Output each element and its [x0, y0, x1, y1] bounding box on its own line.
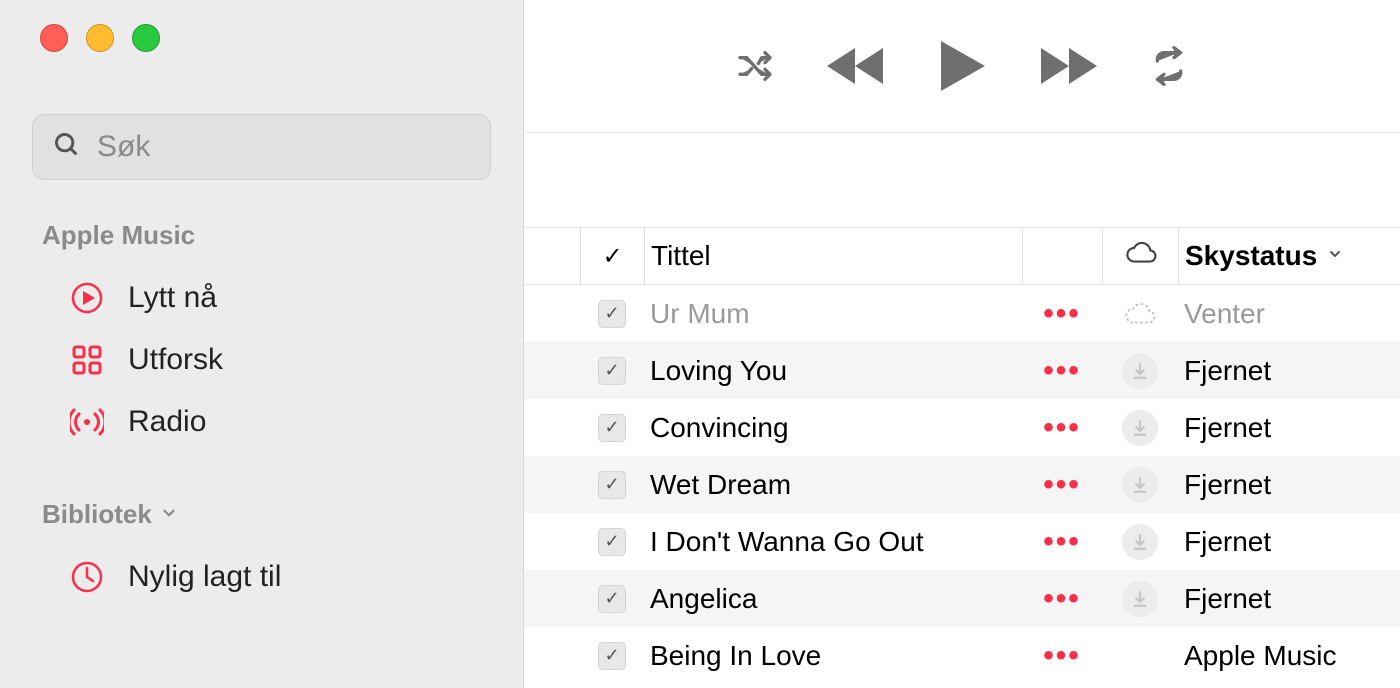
cloud-status-icon: [1102, 524, 1178, 560]
table-row[interactable]: ✓ Wet Dream••• Fjernet: [524, 456, 1400, 513]
more-options-button[interactable]: •••: [1022, 411, 1102, 445]
checkmark-icon: ✓: [602, 242, 622, 271]
row-checkbox[interactable]: ✓: [598, 414, 626, 442]
sky-status: Fjernet: [1178, 526, 1400, 558]
more-options-button[interactable]: •••: [1022, 639, 1102, 673]
zoom-window-button[interactable]: [132, 24, 160, 52]
row-checkbox[interactable]: ✓: [598, 471, 626, 499]
sidebar-item-label: Radio: [128, 405, 206, 439]
cloud-status-icon: [1102, 467, 1178, 503]
sidebar-item-listen-now[interactable]: Lytt nå: [0, 267, 523, 329]
sidebar-item-radio[interactable]: Radio: [0, 391, 523, 453]
download-icon: [1122, 524, 1158, 560]
sidebar: Apple Music Lytt nå Utforsk Radio: [0, 0, 524, 688]
column-header-title[interactable]: Tittel: [644, 228, 1022, 284]
sky-status: Apple Music: [1178, 640, 1400, 672]
sky-status: Fjernet: [1178, 355, 1400, 387]
table-row[interactable]: ✓ Convincing••• Fjernet: [524, 399, 1400, 456]
grid-icon: [70, 343, 104, 377]
play-button[interactable]: [937, 39, 987, 93]
column-header-label: Tittel: [651, 240, 711, 272]
search-field[interactable]: [32, 114, 491, 180]
section-label-apple-music: Apple Music: [0, 220, 523, 251]
table-header: ✓ Tittel Skystatus: [524, 227, 1400, 285]
section-label-text: Apple Music: [42, 220, 195, 251]
playback-controls: [524, 0, 1400, 132]
app-window: Apple Music Lytt nå Utforsk Radio: [0, 0, 1400, 688]
table-row[interactable]: ✓ Ur Mum••• Venter: [524, 285, 1400, 342]
more-options-button[interactable]: •••: [1022, 468, 1102, 502]
row-checkbox[interactable]: ✓: [598, 642, 626, 670]
download-icon: [1122, 353, 1158, 389]
previous-button[interactable]: [825, 44, 887, 88]
cloud-status-icon: [1102, 410, 1178, 446]
sky-status: Fjernet: [1178, 469, 1400, 501]
table-row[interactable]: ✓ I Don't Wanna Go Out••• Fjernet: [524, 513, 1400, 570]
track-title: Ur Mum: [644, 298, 1022, 330]
sidebar-item-explore[interactable]: Utforsk: [0, 329, 523, 391]
table-row[interactable]: ✓ Loving You••• Fjernet: [524, 342, 1400, 399]
sky-status: Venter: [1178, 298, 1400, 330]
sidebar-item-label: Lytt nå: [128, 281, 217, 315]
search-input[interactable]: [97, 130, 470, 164]
column-header-label: Skystatus: [1185, 240, 1317, 272]
sky-status: Fjernet: [1178, 412, 1400, 444]
broadcast-icon: [70, 405, 104, 439]
sidebar-item-recently-added[interactable]: Nylig lagt til: [0, 546, 523, 608]
spacer: [524, 133, 1400, 227]
download-icon: [1122, 410, 1158, 446]
sidebar-item-label: Utforsk: [128, 343, 223, 377]
download-icon: [1122, 581, 1158, 617]
column-header-skystatus[interactable]: Skystatus: [1178, 228, 1400, 284]
more-options-button[interactable]: •••: [1022, 354, 1102, 388]
repeat-button[interactable]: [1149, 46, 1189, 86]
cloud-status-icon: [1102, 353, 1178, 389]
table-row[interactable]: ✓ Being In Love••• Apple Music: [524, 627, 1400, 684]
sky-status: Fjernet: [1178, 583, 1400, 615]
sidebar-item-label: Nylig lagt til: [128, 560, 281, 594]
cloud-status-icon: [1102, 581, 1178, 617]
track-title: I Don't Wanna Go Out: [644, 526, 1022, 558]
cloud-icon: [1124, 240, 1158, 272]
more-options-button[interactable]: •••: [1022, 582, 1102, 616]
tracks-table: ✓ Tittel Skystatus ✓Ur M: [524, 227, 1400, 684]
track-title: Wet Dream: [644, 469, 1022, 501]
row-checkbox[interactable]: ✓: [598, 357, 626, 385]
download-icon: [1122, 467, 1158, 503]
table-row[interactable]: ✓ Angelica••• Fjernet: [524, 570, 1400, 627]
cloud-status-icon: [1102, 302, 1178, 326]
track-title: Angelica: [644, 583, 1022, 615]
window-controls: [0, 24, 523, 52]
nav-list-library: Nylig lagt til: [0, 546, 523, 608]
more-options-button[interactable]: •••: [1022, 525, 1102, 559]
section-label-text: Bibliotek: [42, 499, 152, 530]
table-body: ✓Ur Mum•••Venter✓Loving You•••Fjernet✓Co…: [524, 285, 1400, 684]
close-window-button[interactable]: [40, 24, 68, 52]
row-checkbox[interactable]: ✓: [598, 528, 626, 556]
track-title: Convincing: [644, 412, 1022, 444]
next-button[interactable]: [1037, 44, 1099, 88]
shuffle-button[interactable]: [735, 46, 775, 86]
chevron-down-icon: [1327, 245, 1343, 268]
row-checkbox[interactable]: ✓: [598, 585, 626, 613]
row-checkbox[interactable]: ✓: [598, 300, 626, 328]
column-header-checked[interactable]: ✓: [580, 228, 644, 284]
track-title: Being In Love: [644, 640, 1022, 672]
more-options-button[interactable]: •••: [1022, 297, 1102, 331]
main-content: ✓ Tittel Skystatus ✓Ur M: [524, 0, 1400, 688]
nav-list-apple-music: Lytt nå Utforsk Radio: [0, 267, 523, 453]
play-circle-icon: [70, 281, 104, 315]
search-icon: [53, 131, 81, 164]
chevron-down-icon: [160, 502, 178, 528]
section-label-library[interactable]: Bibliotek: [0, 499, 523, 530]
clock-icon: [70, 560, 104, 594]
track-title: Loving You: [644, 355, 1022, 387]
minimize-window-button[interactable]: [86, 24, 114, 52]
column-header-cloud[interactable]: [1102, 228, 1178, 284]
